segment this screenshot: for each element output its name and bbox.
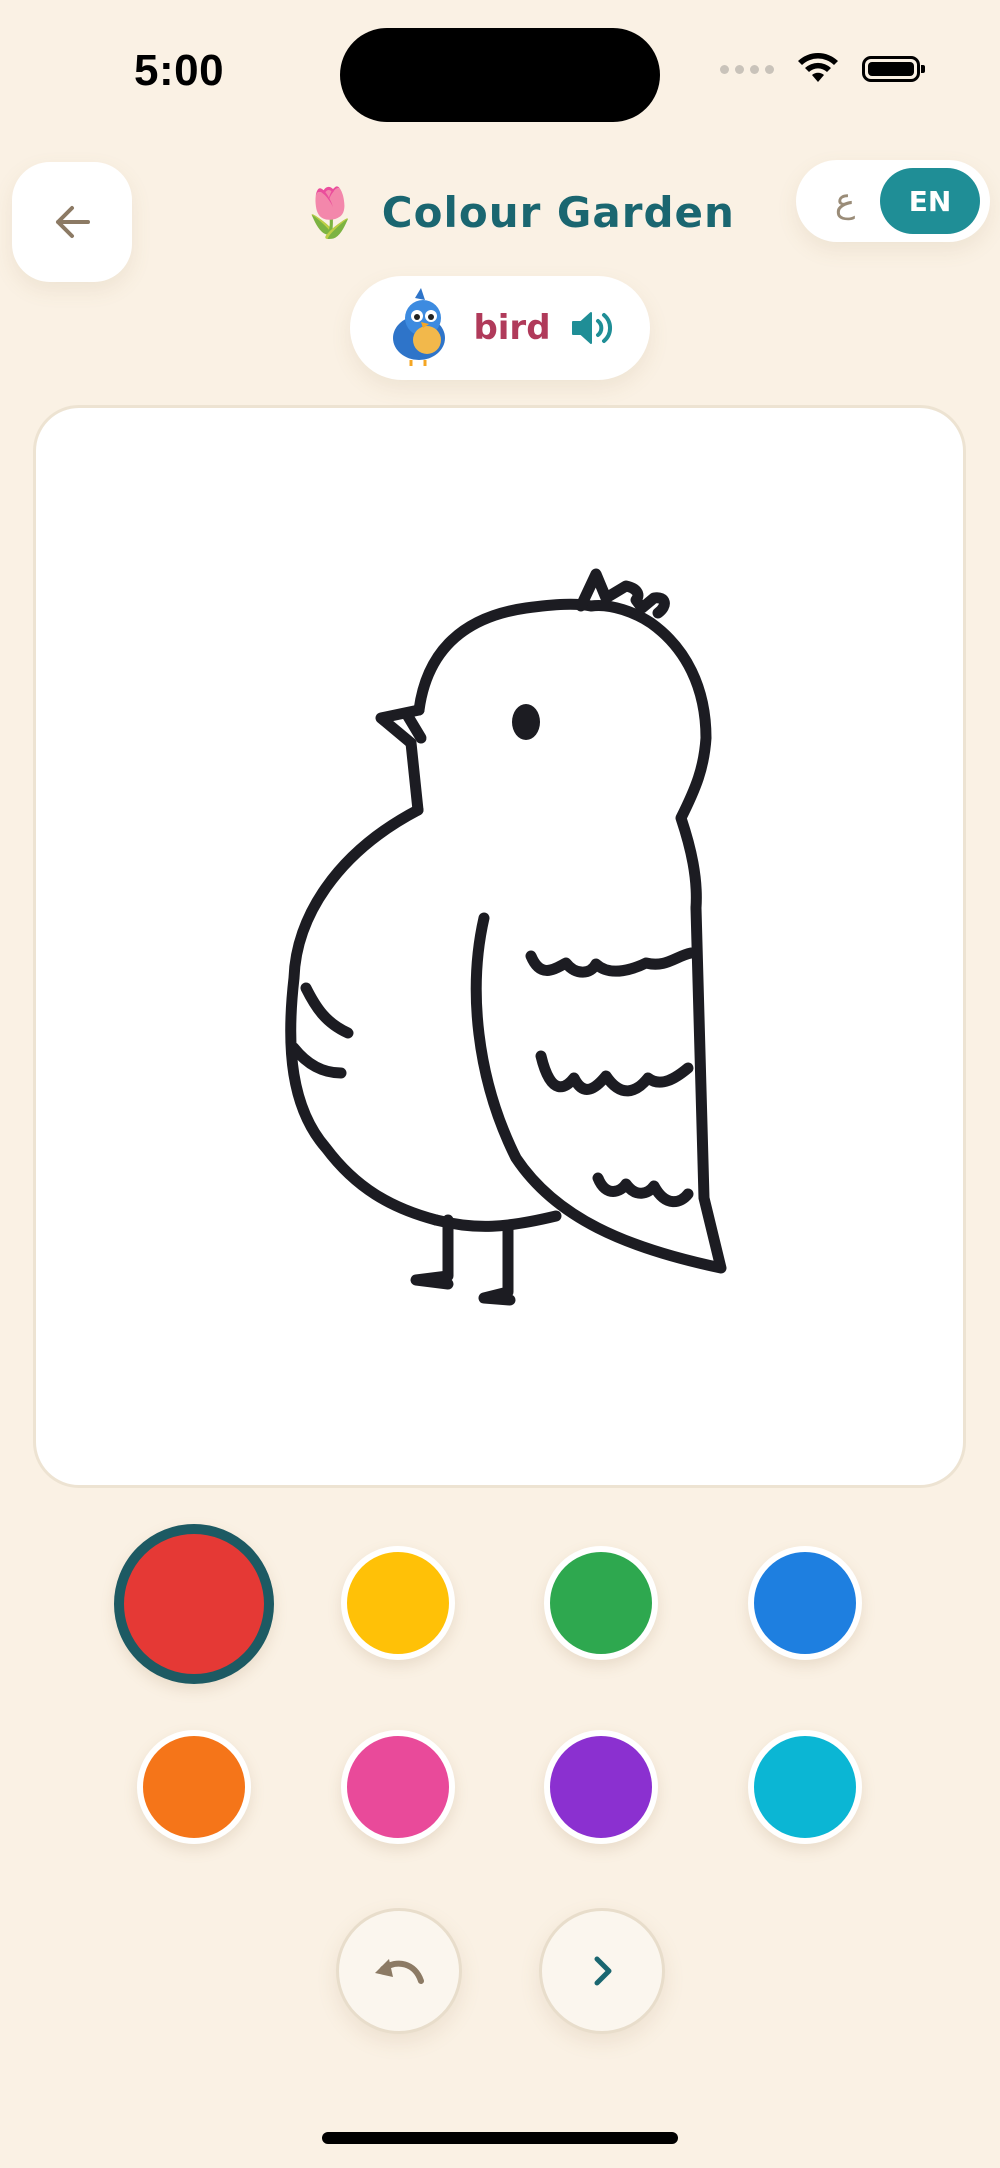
color-swatch-cyan[interactable] (748, 1730, 862, 1844)
word-label: bird (473, 308, 551, 348)
undo-button[interactable] (336, 1908, 462, 2034)
cellular-signal-icon (720, 64, 774, 74)
tulip-icon: 🌷 (300, 184, 360, 241)
chevron-right-icon (594, 1956, 612, 1986)
status-icons (720, 52, 925, 86)
color-swatch-yellow[interactable] (341, 1546, 455, 1660)
home-indicator (322, 2132, 678, 2144)
page-title: Colour Garden (381, 188, 735, 237)
color-swatch-pink[interactable] (341, 1730, 455, 1844)
bird-outline-drawing[interactable] (36, 408, 963, 1485)
color-swatch-red[interactable] (114, 1524, 274, 1684)
color-swatch-purple[interactable] (544, 1730, 658, 1844)
language-toggle[interactable]: ع EN (796, 160, 990, 242)
speaker-icon[interactable] (569, 308, 615, 348)
undo-icon (375, 1959, 424, 1984)
wifi-icon (798, 53, 838, 82)
dynamic-island (340, 28, 660, 122)
bird-emoji-icon (393, 288, 446, 366)
word-pill[interactable]: bird (350, 276, 650, 380)
color-swatch-blue[interactable] (748, 1546, 862, 1660)
color-swatch-green[interactable] (544, 1546, 658, 1660)
next-button[interactable] (539, 1908, 665, 2034)
back-button[interactable] (12, 162, 132, 282)
lang-option-arabic[interactable]: ع (810, 181, 880, 221)
header-title: 🌷 Colour Garden (300, 188, 735, 237)
battery-icon (862, 56, 925, 82)
lang-option-english[interactable]: EN (880, 168, 980, 234)
status-time: 5:00 (134, 46, 225, 95)
arrow-left-icon (56, 206, 90, 238)
coloring-canvas[interactable] (33, 405, 966, 1488)
color-swatch-orange[interactable] (137, 1730, 251, 1844)
